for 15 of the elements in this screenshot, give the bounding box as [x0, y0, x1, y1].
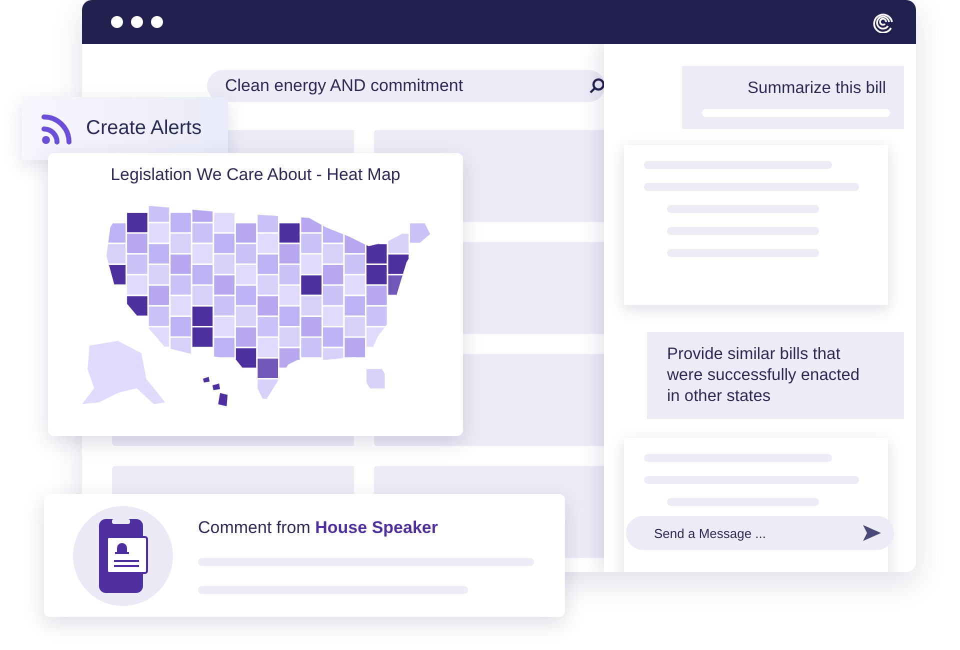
search-icon — [589, 78, 605, 94]
window-dots-icon — [110, 15, 164, 29]
rss-icon — [40, 112, 74, 146]
send-icon[interactable] — [862, 524, 882, 542]
heat-map-title: Legislation We Care About - Heat Map — [110, 165, 400, 185]
search-field[interactable]: Clean energy AND commitment — [207, 70, 605, 102]
logo-icon — [872, 11, 894, 33]
create-alerts-button[interactable]: Create Alerts — [22, 97, 228, 160]
message-placeholder: Send a Message ... — [654, 526, 766, 540]
message-field[interactable]: Send a Message ... — [626, 516, 894, 550]
search-query: Clean energy AND commitment — [225, 76, 464, 96]
comment-title: Comment from House Speaker — [198, 518, 439, 538]
phone-notification-icon — [98, 518, 148, 592]
prompt-text: Summarize this bill — [746, 78, 886, 99]
prompt-text: Provide similar bills that were successfully enacted in other states — [667, 344, 861, 407]
